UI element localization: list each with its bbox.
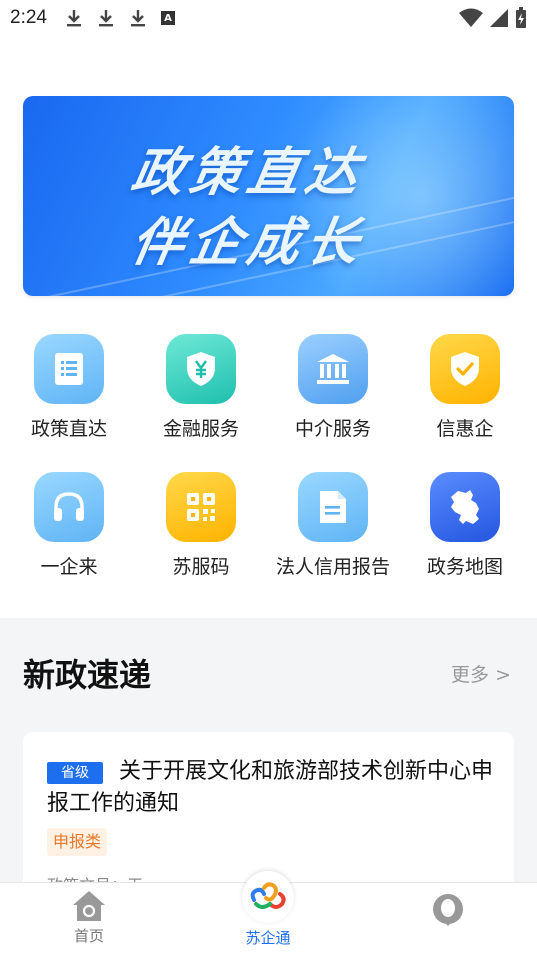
grid-label: 政策直达 bbox=[30, 418, 107, 440]
list-document-icon bbox=[34, 334, 104, 404]
grid-label: 金融服务 bbox=[162, 418, 239, 440]
level-badge: 省级 bbox=[47, 762, 103, 784]
signal-icon bbox=[490, 9, 508, 27]
download-icon bbox=[65, 8, 83, 28]
banner-slogan-line1: 政策直达 bbox=[126, 143, 370, 203]
grid-item-gov-map[interactable]: 政务地图 bbox=[398, 472, 532, 579]
nav-assistant[interactable] bbox=[388, 883, 508, 927]
assistant-bubble-icon bbox=[433, 894, 463, 926]
banner-slogan-line2: 伴企成长 bbox=[126, 213, 370, 273]
qr-code-icon bbox=[166, 472, 236, 542]
map-icon bbox=[430, 472, 500, 542]
nav-home[interactable]: 首页 bbox=[29, 883, 149, 946]
nav-home-label: 首页 bbox=[73, 927, 104, 945]
promo-banner[interactable]: 政策直达 伴企成长 bbox=[23, 96, 514, 296]
news-section: 新政速递 更多 > 关于开展文化和旅游部技术创新中心申报工作的通知 省级 申报类… bbox=[0, 618, 537, 902]
nav-suqitong-label: 苏企通 bbox=[245, 929, 291, 947]
grid-item-finance[interactable]: 金融服务 bbox=[134, 334, 268, 441]
nav-suqitong[interactable]: 苏企通 bbox=[208, 871, 328, 948]
bottom-nav: 首页 苏企通 bbox=[0, 871, 537, 956]
grid-label: 法人信用报告 bbox=[275, 556, 390, 578]
grid-item-credit-report[interactable]: 法人信用报告 bbox=[266, 472, 400, 579]
grid-label: 一企来 bbox=[40, 556, 98, 578]
grid-label: 政务地图 bbox=[426, 556, 503, 578]
grid-label: 中介服务 bbox=[294, 418, 371, 440]
a-notification-icon: A bbox=[160, 11, 175, 25]
grid-item-agency[interactable]: 中介服务 bbox=[266, 334, 400, 441]
grid-label: 信惠企 bbox=[436, 418, 494, 440]
grid-item-policy[interactable]: 政策直达 bbox=[2, 334, 136, 441]
headset-icon bbox=[34, 472, 104, 542]
section-title: 新政速递 bbox=[23, 656, 152, 694]
grid-label: 苏服码 bbox=[172, 556, 230, 578]
grid-item-sufuma[interactable]: 苏服码 bbox=[134, 472, 268, 579]
battery-icon bbox=[516, 7, 526, 28]
suqitong-logo-icon bbox=[242, 871, 294, 923]
check-shield-icon bbox=[430, 334, 500, 404]
download-icon bbox=[97, 8, 115, 28]
type-badge: 申报类 bbox=[47, 828, 108, 856]
grid-item-credit[interactable]: 信惠企 bbox=[398, 334, 532, 441]
more-link[interactable]: 更多 > bbox=[451, 660, 511, 687]
yuan-shield-icon bbox=[166, 334, 236, 404]
status-bar: 2:24 A bbox=[0, 0, 537, 36]
status-time: 2:24 bbox=[10, 7, 47, 28]
grid-item-yiqilai[interactable]: 一企来 bbox=[2, 472, 136, 579]
report-document-icon bbox=[298, 472, 368, 542]
wifi-icon bbox=[459, 8, 483, 27]
download-icon bbox=[129, 8, 147, 28]
home-icon bbox=[73, 891, 105, 921]
bank-building-icon bbox=[298, 334, 368, 404]
news-headline[interactable]: 关于开展文化和旅游部技术创新中心申报工作的通知 bbox=[47, 756, 497, 820]
